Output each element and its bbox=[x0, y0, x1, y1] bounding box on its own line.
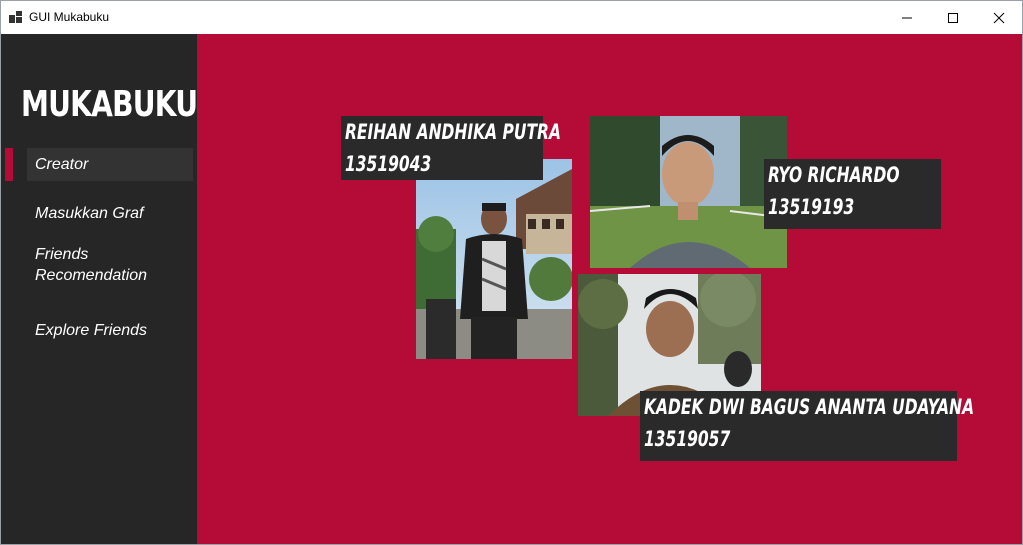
creator-card-label: KADEK DWI BAGUS ANANTA UDAYANA 13519057 bbox=[640, 391, 975, 461]
active-indicator bbox=[5, 148, 13, 181]
creator-name: RYO RICHARDO bbox=[768, 163, 900, 187]
sidebar-item-explore-friends[interactable]: Explore Friends bbox=[27, 319, 193, 343]
app-logo: MUKABUKU bbox=[21, 84, 198, 125]
creator-nim: 13519057 bbox=[644, 427, 731, 451]
minimize-button[interactable] bbox=[884, 1, 930, 34]
sidebar-item-friends-recommendation[interactable]: Friends Recomendation bbox=[27, 244, 193, 288]
maximize-icon bbox=[948, 12, 958, 23]
close-icon bbox=[993, 12, 1005, 23]
close-button[interactable] bbox=[976, 1, 1022, 34]
title-bar[interactable]: GUI Mukabuku bbox=[1, 1, 1022, 34]
sidebar-item-creator[interactable]: Creator bbox=[27, 148, 193, 181]
creator-nim: 13519043 bbox=[345, 152, 432, 176]
creator-name: REIHAN ANDHIKA PUTRA bbox=[345, 120, 561, 144]
creator-card-label: REIHAN ANDHIKA PUTRA 13519043 bbox=[341, 116, 561, 180]
minimize-icon bbox=[902, 17, 912, 18]
photo-reihan bbox=[416, 159, 572, 359]
sidebar: MUKABUKU Creator Masukkan Graf Friends R… bbox=[1, 34, 198, 544]
photo-ryo bbox=[590, 116, 787, 268]
creator-panel: REIHAN ANDHIKA PUTRA 13519043 RYO RICHAR… bbox=[197, 34, 1022, 544]
maximize-button[interactable] bbox=[930, 1, 976, 34]
creator-card-label: RYO RICHARDO 13519193 bbox=[764, 159, 941, 229]
app-icon bbox=[9, 11, 23, 23]
creator-name: KADEK DWI BAGUS ANANTA UDAYANA bbox=[644, 395, 975, 419]
creator-nim: 13519193 bbox=[768, 195, 855, 219]
app-window: GUI Mukabuku MUKABUKU Creator Masukkan G… bbox=[0, 0, 1023, 545]
window-title: GUI Mukabuku bbox=[29, 10, 110, 24]
sidebar-item-masukkan-graf[interactable]: Masukkan Graf bbox=[27, 202, 193, 226]
